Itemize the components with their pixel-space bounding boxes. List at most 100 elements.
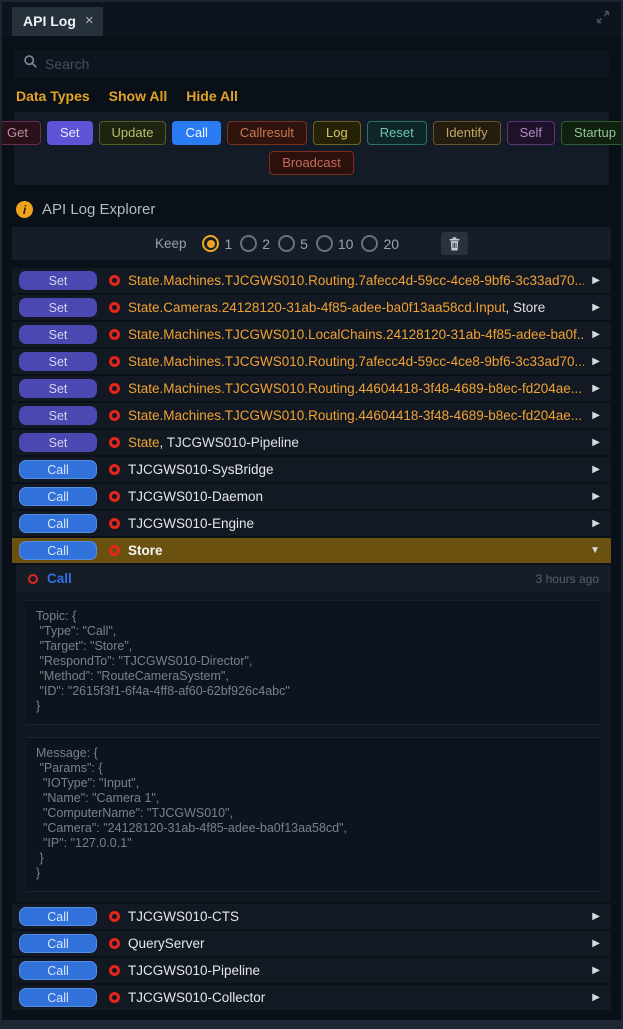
log-row[interactable]: Set State.Machines.TJCGWS010.Routing.446…: [12, 376, 611, 401]
log-row[interactable]: Call TJCGWS010-Daemon ▶: [12, 484, 611, 509]
log-row[interactable]: Set State.Machines.TJCGWS010.Routing.7af…: [12, 349, 611, 374]
row-type-button[interactable]: Call: [19, 541, 97, 560]
chevron-right-icon[interactable]: ▶: [592, 410, 600, 421]
keep-label: Keep: [155, 236, 187, 251]
row-type-button[interactable]: Set: [19, 298, 97, 317]
close-icon[interactable]: ×: [85, 16, 94, 26]
chevron-right-icon[interactable]: ▶: [592, 491, 600, 502]
explorer-header: i API Log Explorer: [16, 201, 607, 218]
row-topic-label: QueryServer: [128, 936, 584, 951]
row-type-button[interactable]: Set: [19, 271, 97, 290]
keep-radio-5[interactable]: 5: [278, 235, 308, 252]
keep-radio-2[interactable]: 2: [240, 235, 270, 252]
row-type-button[interactable]: Call: [19, 907, 97, 926]
chevron-right-icon[interactable]: ▶: [592, 275, 600, 286]
row-type-button[interactable]: Call: [19, 514, 97, 533]
search-input[interactable]: [45, 56, 600, 72]
filter-button-log[interactable]: Log: [313, 121, 361, 145]
search-bar: [14, 50, 609, 78]
status-ring-icon: [109, 938, 120, 949]
row-type-button[interactable]: Call: [19, 934, 97, 953]
search-icon: [23, 54, 38, 74]
filter-button-callresult[interactable]: Callresult: [227, 121, 307, 145]
tab-api-log[interactable]: API Log ×: [12, 7, 103, 36]
chevron-right-icon[interactable]: ▶: [592, 356, 600, 367]
filter-button-self[interactable]: Self: [507, 121, 555, 145]
filter-button-startup[interactable]: Startup: [561, 121, 623, 145]
row-topic-label: State.Cameras.24128120-31ab-4f85-adee-ba…: [128, 300, 584, 315]
bottom-filler: [2, 1012, 621, 1020]
status-ring-icon: [109, 518, 120, 529]
log-row[interactable]: Set State.Cameras.24128120-31ab-4f85-ade…: [12, 295, 611, 320]
row-type-button[interactable]: Call: [19, 988, 97, 1007]
row-type-button[interactable]: Set: [19, 325, 97, 344]
link-show-all[interactable]: Show All: [109, 88, 168, 104]
filter-button-get[interactable]: Get: [0, 121, 41, 145]
row-topic-label: TJCGWS010-Engine: [128, 516, 584, 531]
detail-type-label: Call: [47, 571, 72, 586]
log-row[interactable]: Call TJCGWS010-Pipeline ▶: [12, 958, 611, 983]
row-topic-label: State.Machines.TJCGWS010.Routing.7afecc4…: [128, 354, 584, 369]
row-type-button[interactable]: Set: [19, 352, 97, 371]
keep-radio-group: 125 10 20: [202, 235, 407, 252]
row-topic-label: State.Machines.TJCGWS010.Routing.7afecc4…: [128, 273, 584, 288]
row-type-button[interactable]: Call: [19, 460, 97, 479]
log-row[interactable]: Set State.Machines.TJCGWS010.Routing.7af…: [12, 268, 611, 293]
log-detail-panel: Call 3 hours ago Topic: { "Type": "Call"…: [16, 565, 611, 902]
keep-radio-20[interactable]: 20: [361, 235, 399, 252]
row-topic-label: State.Machines.TJCGWS010.Routing.4460441…: [128, 408, 584, 423]
row-type-button[interactable]: Set: [19, 379, 97, 398]
log-row[interactable]: Call TJCGWS010-SysBridge ▶: [12, 457, 611, 482]
filter-buttons-row-2: Broadcast: [22, 151, 601, 175]
row-topic-label: State.Machines.TJCGWS010.LocalChains.241…: [128, 327, 584, 342]
filter-button-reset[interactable]: Reset: [367, 121, 427, 145]
detail-timestamp: 3 hours ago: [536, 572, 599, 586]
chevron-right-icon[interactable]: ▶: [592, 911, 600, 922]
filter-button-broadcast[interactable]: Broadcast: [269, 151, 354, 175]
filter-button-call[interactable]: Call: [172, 121, 220, 145]
link-hide-all[interactable]: Hide All: [186, 88, 238, 104]
expand-icon[interactable]: [595, 9, 611, 30]
log-row[interactable]: Call TJCGWS010-CTS ▶: [12, 904, 611, 929]
chevron-right-icon[interactable]: ▶: [592, 992, 600, 1003]
clear-log-button[interactable]: [441, 232, 468, 255]
filter-button-update[interactable]: Update: [99, 121, 167, 145]
log-row[interactable]: Set State.Machines.TJCGWS010.Routing.446…: [12, 403, 611, 428]
row-type-button[interactable]: Set: [19, 433, 97, 452]
status-ring-icon: [109, 491, 120, 502]
chevron-right-icon[interactable]: ▶: [592, 938, 600, 949]
status-ring-icon: [109, 329, 120, 340]
api-log-window: API Log × Data Types Show All Hide All G…: [0, 0, 623, 1029]
chevron-right-icon[interactable]: ▶: [592, 383, 600, 394]
chevron-right-icon[interactable]: ▶: [592, 437, 600, 448]
status-ring-icon: [109, 965, 120, 976]
log-row[interactable]: Call Store ▼: [12, 538, 611, 563]
log-row[interactable]: Call QueryServer ▶: [12, 931, 611, 956]
row-type-button[interactable]: Call: [19, 961, 97, 980]
log-row[interactable]: Set State.Machines.TJCGWS010.LocalChains…: [12, 322, 611, 347]
log-row[interactable]: Call TJCGWS010-Engine ▶: [12, 511, 611, 536]
link-data-types[interactable]: Data Types: [16, 88, 90, 104]
filter-button-set[interactable]: Set: [47, 121, 93, 145]
status-ring-icon: [109, 437, 120, 448]
chevron-right-icon[interactable]: ▶: [592, 518, 600, 529]
keep-radio-10[interactable]: 10: [316, 235, 354, 252]
chevron-right-icon[interactable]: ▶: [592, 302, 600, 313]
log-row[interactable]: Call TJCGWS010-Collector ▶: [12, 985, 611, 1010]
filter-button-identify[interactable]: Identify: [433, 121, 501, 145]
status-ring-icon: [109, 410, 120, 421]
chevron-right-icon[interactable]: ▶: [592, 965, 600, 976]
keep-panel: Keep 125 10 20: [12, 227, 611, 260]
log-rows-bottom: Call TJCGWS010-CTS ▶ Call QueryServer ▶ …: [12, 904, 611, 1012]
chevron-right-icon[interactable]: ▶: [592, 329, 600, 340]
filter-buttons-row-1: GetSetUpdateCallCallresultLogResetIdenti…: [22, 121, 601, 145]
chevron-right-icon[interactable]: ▶: [592, 464, 600, 475]
tab-bar: API Log ×: [2, 2, 621, 36]
trash-icon: [447, 236, 462, 251]
keep-radio-1[interactable]: 1: [202, 235, 232, 252]
info-icon: i: [16, 201, 33, 218]
row-type-button[interactable]: Call: [19, 487, 97, 506]
log-row[interactable]: Set State, TJCGWS010-Pipeline ▶: [12, 430, 611, 455]
row-type-button[interactable]: Set: [19, 406, 97, 425]
chevron-down-icon[interactable]: ▼: [590, 545, 600, 556]
